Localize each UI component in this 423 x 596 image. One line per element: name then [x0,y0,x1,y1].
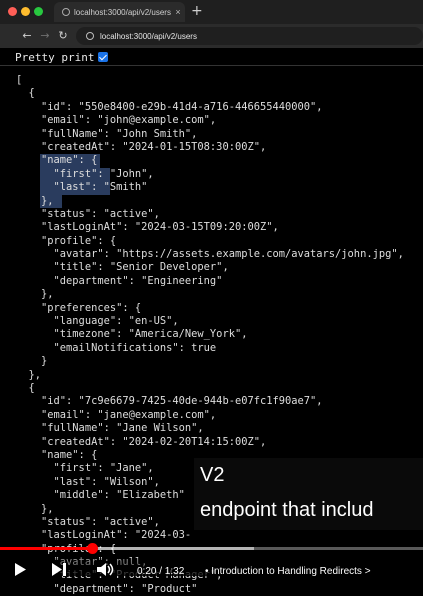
json-line: "createdAt": "2024-02-20T14:15:00Z", [16,435,267,448]
site-info-icon[interactable] [86,32,94,40]
json-line: "createdAt": "2024-01-15T08:30:00Z", [16,140,267,153]
json-line: "fullName": "Jane Wilson", [16,422,204,435]
caption-line-1: V2 [200,464,225,486]
tab-title: localhost:3000/api/v2/users [74,7,171,17]
json-line: { [16,87,35,100]
close-window-button[interactable] [8,7,17,16]
json-line: "first": "John", [16,167,154,180]
json-line: } [16,355,48,368]
volume-icon[interactable] [97,563,115,579]
json-line: "department": "Engineering" [16,274,223,287]
json-line: "email": "john@example.com", [16,114,217,127]
play-icon[interactable] [14,563,26,579]
json-line: }, [16,288,54,301]
json-line: "id": "7c9e6679-7425-40de-944b-e07fc1f90… [16,395,323,408]
pretty-print-checkbox[interactable] [98,52,109,62]
json-line: "timezone": "America/New_York", [16,328,248,341]
forward-arrow-icon[interactable]: → [38,28,52,44]
json-line: "status": "active", [16,207,160,220]
url-text: localhost:3000/api/v2/users [100,31,197,41]
address-bar[interactable]: localhost:3000/api/v2/users [76,27,423,45]
browser-tab-bar: localhost:3000/api/v2/users × + [0,0,423,24]
json-line: }, [16,368,42,381]
json-line: }, [16,194,54,207]
video-time: 0:20 / 1:32 [137,566,185,577]
json-line: "avatar": "https://assets.example.com/av… [16,248,404,261]
json-line: "title": "Senior Developer", [16,261,229,274]
json-line: { [16,381,35,394]
json-line: "preferences": { [16,301,142,314]
maximize-window-button[interactable] [34,7,43,16]
json-line: "fullName": "John Smith", [16,127,198,140]
browser-toolbar: ← → ↻ localhost:3000/api/v2/users [0,24,423,48]
json-line: "email": "jane@example.com", [16,408,217,421]
json-line: "name": { [16,154,98,167]
minimize-window-button[interactable] [21,7,30,16]
played-bar [0,547,92,550]
video-progress-bar[interactable] [0,543,423,554]
caption-line-2: endpoint that includ [200,499,374,521]
new-tab-button[interactable]: + [191,3,203,19]
json-line: "lastLoginAt": "2024-03- [16,529,192,542]
json-line: "id": "550e8400-e29b-41d4-a716-446655440… [16,100,323,113]
json-line: "profile": { [16,234,117,247]
json-line: "language": "en-US", [16,315,179,328]
close-tab-icon[interactable]: × [171,7,185,17]
chapter-title[interactable]: • Introduction to Handling Redirects > [205,566,371,577]
json-line: "department": "Product" [16,582,198,595]
json-line: "last": "Smith" [16,181,148,194]
reload-icon[interactable]: ↻ [56,28,70,44]
json-line: "emailNotifications": true [16,341,217,354]
pretty-print-toggle[interactable]: Pretty print [15,50,109,64]
browser-tab[interactable]: localhost:3000/api/v2/users × [54,2,185,22]
pretty-print-label: Pretty print [15,50,95,64]
globe-icon [62,8,70,16]
json-line: "lastLoginAt": "2024-03-15T09:20:00Z", [16,221,279,234]
back-arrow-icon[interactable]: ← [20,28,34,44]
json-line: [ [16,74,23,86]
scrubber-handle[interactable] [86,543,98,554]
divider [0,65,423,66]
next-icon[interactable] [52,563,66,579]
